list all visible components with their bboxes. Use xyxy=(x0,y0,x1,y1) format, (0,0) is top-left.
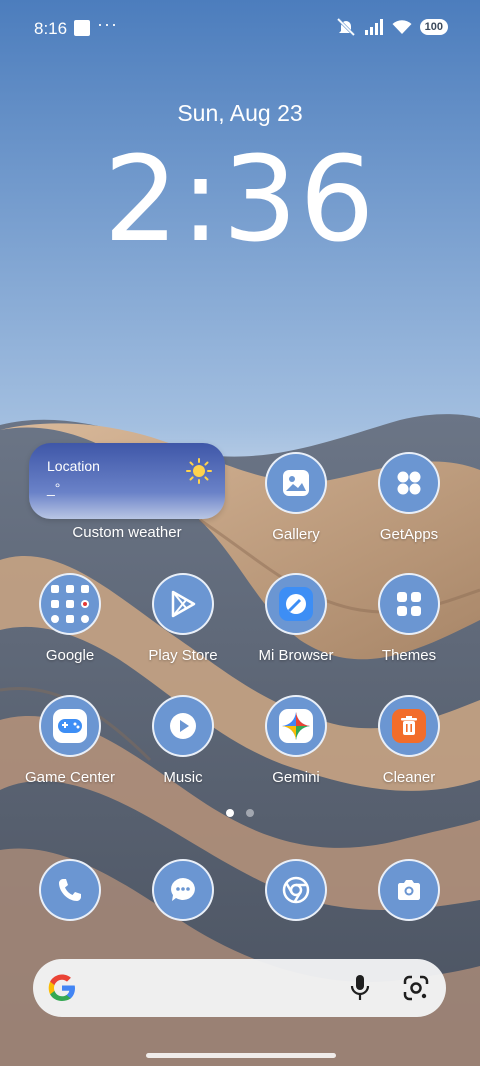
app-label: Cleaner xyxy=(382,769,436,786)
status-icons: 100 xyxy=(336,18,448,36)
app-label: Google xyxy=(45,647,95,664)
sun-icon xyxy=(186,458,212,484)
google-g-icon xyxy=(48,974,75,1001)
weather-temperature: _° xyxy=(47,480,61,496)
battery-indicator: 100 xyxy=(419,19,448,35)
app-label: Play Store xyxy=(148,647,218,664)
app-play-store[interactable]: Play Store xyxy=(128,573,238,664)
wifi-icon xyxy=(392,20,412,34)
weather-widget-label: Custom weather xyxy=(72,524,182,541)
game-center-icon xyxy=(39,695,101,757)
app-game-center[interactable]: Game Center xyxy=(15,695,125,786)
status-bar: 8:16 ··· 100 xyxy=(0,0,480,56)
app-label: Mi Browser xyxy=(258,647,334,664)
app-label: Themes xyxy=(381,647,437,664)
app-themes[interactable]: Themes xyxy=(354,573,464,664)
getapps-icon xyxy=(378,452,440,514)
app-mi-browser[interactable]: Mi Browser xyxy=(241,573,351,664)
app-label: Game Center xyxy=(24,769,116,786)
app-label: GetApps xyxy=(379,526,439,543)
weather-location: Location xyxy=(47,458,100,474)
google-folder-icon xyxy=(39,573,101,635)
app-music[interactable]: Music xyxy=(128,695,238,786)
app-google-folder[interactable]: Google xyxy=(15,573,125,664)
status-time: 8:16 xyxy=(34,19,68,38)
page-dot-active[interactable] xyxy=(226,809,234,817)
gallery-icon xyxy=(265,452,327,514)
app-label: Music xyxy=(163,769,203,786)
google-search-bar[interactable] xyxy=(33,959,446,1017)
gesture-nav-handle[interactable] xyxy=(146,1053,336,1058)
notification-square-icon xyxy=(74,20,90,36)
lockscreen-date: Sun, Aug 23 xyxy=(177,100,303,126)
app-label: Gemini xyxy=(272,769,320,786)
mi-browser-icon xyxy=(265,573,327,635)
phone-icon xyxy=(39,859,101,921)
dock-camera[interactable] xyxy=(354,859,464,921)
weather-widget[interactable]: Location _° xyxy=(29,443,225,519)
more-notifications-icon: ··· xyxy=(97,14,118,34)
page-dot[interactable] xyxy=(246,809,254,817)
microphone-icon[interactable] xyxy=(350,974,370,1002)
music-icon xyxy=(152,695,214,757)
dock-messages[interactable] xyxy=(128,859,238,921)
signal-icon xyxy=(364,19,383,35)
cleaner-icon xyxy=(378,695,440,757)
app-label: Gallery xyxy=(272,526,320,543)
lockscreen-clock: 2:36 xyxy=(103,130,377,268)
silent-bell-icon xyxy=(336,18,355,36)
camera-icon xyxy=(378,859,440,921)
dock-chrome[interactable] xyxy=(241,859,351,921)
app-gemini[interactable]: Gemini xyxy=(241,695,351,786)
play-store-icon xyxy=(152,573,214,635)
dock-phone[interactable] xyxy=(15,859,125,921)
page-indicator xyxy=(0,809,480,817)
chrome-icon xyxy=(265,859,327,921)
google-lens-icon[interactable] xyxy=(402,974,430,1002)
messages-icon xyxy=(152,859,214,921)
gemini-icon xyxy=(265,695,327,757)
app-getapps[interactable]: GetApps xyxy=(354,452,464,543)
app-gallery[interactable]: Gallery xyxy=(241,452,351,543)
app-cleaner[interactable]: Cleaner xyxy=(354,695,464,786)
themes-icon xyxy=(378,573,440,635)
